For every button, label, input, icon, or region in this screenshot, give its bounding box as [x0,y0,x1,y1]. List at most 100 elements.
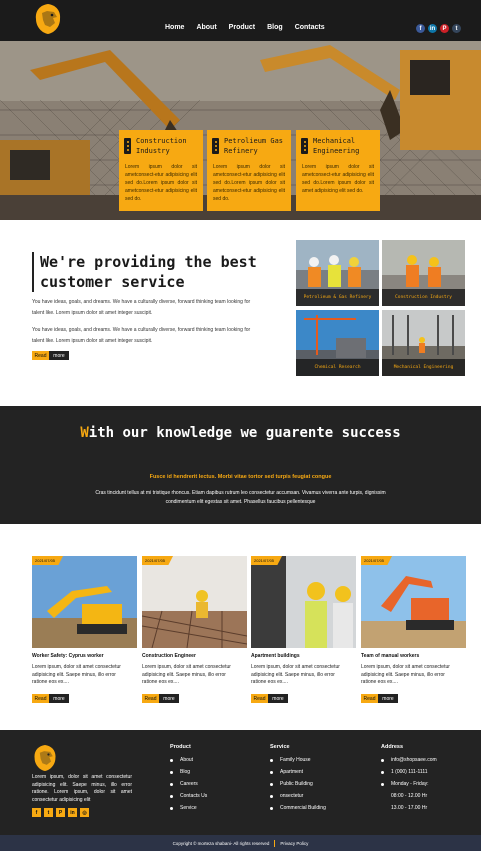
footer-link[interactable]: Family House [270,757,326,769]
copyright-text: Copyright © morteza shabani- All rights … [172,840,270,846]
menu-dots-icon [301,138,308,154]
feature-text: Lorem ipsum dolor sit ametconsect-etur a… [125,164,197,202]
footer-about-text: Lorem ipsum, dolor sit amet consectetur … [32,774,132,803]
header-social-links: f in P t [416,24,461,33]
tile-mechanical[interactable]: Mechanical Engineering [382,310,465,376]
feature-title: Construction Industry [136,137,187,155]
blog-post-card[interactable]: 2021/07/05 Team of manual workers Lorem … [361,556,466,706]
top-navbar [0,0,481,41]
lion-head-icon[interactable] [32,744,58,772]
about-paragraph-1: You have ideas, goals, and dreams. We ha… [32,299,251,316]
twitter-icon[interactable]: t [44,808,53,817]
tile-caption: Petrolieum & Gas Refinery [296,289,379,306]
more-label: more [49,694,69,703]
footer-column-title: Product [170,744,191,750]
read-label: Read [142,694,159,703]
feature-card-petroleum[interactable]: Petrolieum Gas Refinery Lorem ipsum dolo… [207,130,291,211]
blog-post-card[interactable]: 2021/07/05 Construction Engineer Lorem i… [142,556,247,706]
footer-link[interactable]: Service [170,805,207,817]
pinterest-icon[interactable]: P [56,808,65,817]
read-more-button[interactable]: Read more [142,694,179,703]
footer: Lorem ipsum, dolor sit amet consectetur … [0,730,481,835]
tile-caption: Construction Industry [382,289,465,306]
post-title[interactable]: Team of manual workers [361,653,419,659]
footer-link[interactable]: Careers [170,781,207,793]
facebook-icon[interactable]: f [416,24,425,33]
read-more-button[interactable]: Read more [32,694,69,703]
linkedin-icon[interactable]: in [68,808,77,817]
read-label: Read [361,694,378,703]
facebook-icon[interactable]: f [32,808,41,817]
privacy-policy-link[interactable]: Privacy Policy [280,841,308,846]
footer-product-column: Product About Blog Careers Contacts Us S… [170,744,207,817]
divider [274,839,276,847]
read-more-button[interactable]: Read more [32,351,69,360]
post-image [32,556,137,648]
banner-description: Cras tincidunt tellus at mi tristique rh… [95,490,386,505]
footer-link[interactable]: Blog [170,769,207,781]
menu-dots-icon [212,138,219,154]
footer-link[interactable]: Commercial Building [270,805,326,817]
post-image [251,556,356,648]
nav-item-home[interactable]: Home [165,24,184,31]
hero-section: Home About Product Blog Contacts f in P … [0,0,481,220]
post-title[interactable]: Apartment buildings [251,653,300,659]
feature-card-mechanical[interactable]: Mechanical Engineering Lorem ipsum dolor… [296,130,380,211]
footer-link[interactable]: Contacts Us [170,793,207,805]
post-date-badge: 2021/07/05 [251,556,283,565]
footer-email[interactable]: info@shopsaee.com [381,757,437,769]
banner-title: With our knowledge we guarente success [0,423,481,443]
post-excerpt: Lorem ipsum, dolor sit amet consectetur … [142,664,231,685]
more-label: more [49,351,69,360]
footer-service-column: Service Family House Apartment Public Bu… [270,744,326,817]
nav-item-contacts[interactable]: Contacts [295,24,325,31]
read-more-button[interactable]: Read more [361,694,398,703]
copyright-bar: Copyright © morteza shabani- All rights … [0,835,481,851]
main-nav: Home About Product Blog Contacts [165,24,325,31]
post-date-badge: 2021/07/05 [142,556,174,565]
post-date-badge: 2021/07/05 [32,556,64,565]
footer-hours: 13.00 - 17.00 Hr [391,805,428,811]
post-title[interactable]: Worker Safety: Cyprus worker [32,653,104,659]
footer-link[interactable]: Public Building [270,781,326,793]
about-paragraph-2: You have ideas, goals, and dreams. We ha… [32,327,251,344]
feature-text: Lorem ipsum dolor sit ametconsect-etur a… [302,164,374,194]
nav-item-blog[interactable]: Blog [267,24,283,31]
tile-petroleum[interactable]: Petrolieum & Gas Refinery [296,240,379,306]
post-excerpt: Lorem ipsum, dolor sit amet consectetur … [251,664,340,685]
about-title: We're providing the best customer servic… [32,252,262,292]
footer-link[interactable]: onsectetur [270,793,326,805]
lion-head-icon[interactable] [33,3,63,35]
instagram-icon[interactable]: ◎ [80,808,89,817]
footer-phone[interactable]: 1 (000) 111-1111 [381,769,437,781]
nav-item-about[interactable]: About [196,24,216,31]
tumblr-icon[interactable]: t [452,24,461,33]
banner-title-first-letter: W [80,425,89,441]
read-label: Read [32,351,49,360]
more-label: more [378,694,398,703]
feature-card-construction[interactable]: Construction Industry Lorem ipsum dolor … [119,130,203,211]
post-title[interactable]: Construction Engineer [142,653,196,659]
tile-caption: Chemical Research [296,359,379,376]
tile-caption: Mechanical Engineering [382,359,465,376]
tile-construction[interactable]: Construction Industry [382,240,465,306]
tile-chemical[interactable]: Chemical Research [296,310,379,376]
success-banner: With our knowledge we guarente success F… [0,406,481,524]
linkedin-icon[interactable]: in [428,24,437,33]
footer-link[interactable]: About [170,757,207,769]
pinterest-icon[interactable]: P [440,24,449,33]
nav-item-product[interactable]: Product [229,24,255,31]
more-label: more [268,694,288,703]
post-date-badge: 2021/07/05 [361,556,393,565]
menu-dots-icon [124,138,131,154]
blog-post-card[interactable]: 2021/07/05 Apartment buildings Lorem ips… [251,556,356,706]
banner-title-rest: ith our knowledge we guarente success [88,425,401,441]
blog-post-card[interactable]: 2021/07/05 Worker Safety: Cyprus worker … [32,556,137,706]
banner-subtitle: Fusce id hendrerit lectus. Morbi vitae t… [149,474,332,480]
post-excerpt: Lorem ipsum, dolor sit amet consectetur … [32,664,121,685]
footer-column-title: Service [270,744,290,750]
footer-link[interactable]: Apartment [270,769,326,781]
more-label: more [159,694,179,703]
read-more-button[interactable]: Read more [251,694,288,703]
footer-hours-label: Monday - Friday: [381,781,437,793]
